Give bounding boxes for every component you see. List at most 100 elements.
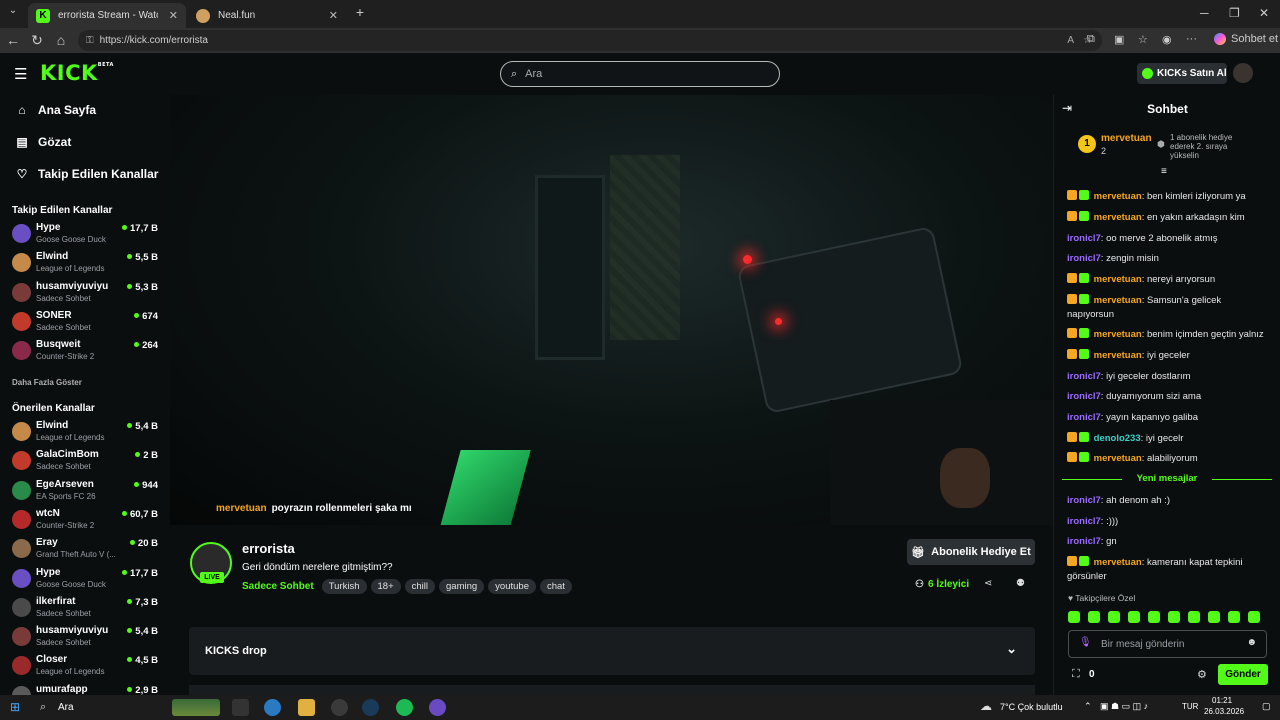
tag[interactable]: Turkish <box>321 579 367 594</box>
microphone-icon[interactable]: 🎙︎ <box>1079 637 1092 648</box>
nav-home[interactable]: ⌂ Ana Sayfa <box>15 103 96 117</box>
chat-message-input[interactable]: 🎙︎ Bir mesaj gönderin ☻ <box>1068 630 1267 658</box>
emote-icon[interactable] <box>1228 611 1240 623</box>
chat-username[interactable]: ironicl7 <box>1067 516 1101 527</box>
maximize-icon[interactable]: ❐ <box>1229 6 1240 20</box>
close-tab-icon[interactable]: ✕ <box>329 9 338 22</box>
video-player[interactable]: mervetuan poyrazın rollenmeleri şaka mı <box>170 95 1053 525</box>
chat-username[interactable]: ironicl7 <box>1067 495 1101 506</box>
sidebar-channel[interactable]: SONER Sadece Sohbet 674 <box>12 309 162 337</box>
sidebar-channel[interactable]: Elwind League of Legends 5,5 B <box>12 250 162 278</box>
copilot-button[interactable]: Sohbet et <box>1214 33 1278 45</box>
chat-message[interactable]: mervetuan: en yakın arkadaşın kim <box>1067 211 1269 225</box>
share-icon[interactable]: ⋖ <box>984 578 992 589</box>
back-icon[interactable]: ← <box>4 32 22 48</box>
emote-icon[interactable] <box>1148 611 1160 623</box>
emote-icon[interactable] <box>1068 611 1080 623</box>
chat-message[interactable]: ironicl7: ah denom ah :) <box>1067 494 1269 508</box>
emote-icon[interactable] <box>1128 611 1140 623</box>
chat-message[interactable]: denolo233: iyi gecelr <box>1067 432 1269 446</box>
search-input[interactable]: ⌕ Ara <box>500 61 780 87</box>
sidebar-channel[interactable]: Elwind League of Legends 5,4 B <box>12 419 162 447</box>
minimize-icon[interactable]: ─ <box>1200 6 1209 20</box>
chat-message[interactable]: ironicl7: :))) <box>1067 515 1269 529</box>
language-indicator[interactable]: TUR <box>1182 702 1198 711</box>
sidebar-channel[interactable]: Closer League of Legends 4,5 B <box>12 653 162 681</box>
chat-username[interactable]: mervetuan <box>1094 274 1142 285</box>
chat-username[interactable]: denolo233 <box>1094 433 1141 444</box>
follow-user-icon[interactable]: ⚉ <box>1016 578 1025 589</box>
chat-username[interactable]: mervetuan <box>1094 212 1142 223</box>
chat-message[interactable]: ironicl7: gn <box>1067 535 1269 549</box>
clock-date[interactable]: 26.03.2026 <box>1204 707 1244 716</box>
app-icon[interactable] <box>429 699 446 716</box>
close-tab-icon[interactable]: ✕ <box>169 9 178 22</box>
weather-text[interactable]: 7°C Çok bulutlu <box>1000 702 1063 712</box>
chat-username[interactable]: mervetuan <box>1094 453 1142 464</box>
tag[interactable]: youtube <box>488 579 536 594</box>
chat-settings-icon[interactable]: ⚙ <box>1197 668 1207 681</box>
buy-kicks-button[interactable]: KICKs Satın Al <box>1137 63 1227 84</box>
nav-following[interactable]: ♡ Takip Edilen Kanallar <box>15 167 159 181</box>
app-icon[interactable] <box>331 699 348 716</box>
tag[interactable]: chat <box>539 579 572 594</box>
channel-name[interactable]: errorista <box>242 541 295 556</box>
emote-icon[interactable] <box>1208 611 1220 623</box>
more-menu-icon[interactable]: ··· <box>1186 33 1197 45</box>
chat-message[interactable]: mervetuan: kameranı kapat tepkini görsün… <box>1067 556 1269 584</box>
nav-browse[interactable]: ▤ Gözat <box>15 135 71 149</box>
task-view-icon[interactable] <box>232 699 249 716</box>
clock-time[interactable]: 01:21 <box>1212 696 1232 705</box>
sidebar-channel[interactable]: Hype Goose Goose Duck 17,7 B <box>12 221 162 249</box>
menu-icon[interactable]: ☰ <box>14 65 27 83</box>
chat-message[interactable]: mervetuan: nereyi arıyorsun <box>1067 273 1269 287</box>
taskbar-widget-icon[interactable] <box>172 699 220 716</box>
tab-nealfun[interactable]: Neal.fun ✕ <box>188 3 346 28</box>
category-link[interactable]: Sadece Sohbet <box>242 581 314 592</box>
chat-username[interactable]: mervetuan <box>1094 557 1142 568</box>
kicks-wallet-icon[interactable]: ⛶ <box>1072 668 1080 681</box>
url-field[interactable]: ⚿ https://kick.com/errorista A ☆ <box>78 30 1102 51</box>
chat-message[interactable]: ironicl7: iyi geceler dostlarım <box>1067 370 1269 384</box>
sidebar-channel[interactable]: Busqweit Counter-Strike 2 264 <box>12 338 162 366</box>
read-aloud-icon[interactable]: A <box>1067 35 1074 46</box>
emote-icon[interactable] <box>1168 611 1180 623</box>
tab-list-icon[interactable]: ⌄ <box>4 5 22 16</box>
sidebar-channel[interactable]: husamviyuviyu Sadece Sohbet 5,4 B <box>12 624 162 652</box>
refresh-icon[interactable]: ↻ <box>28 32 46 49</box>
spotify-icon[interactable] <box>396 699 413 716</box>
chat-username[interactable]: ironicl7 <box>1067 391 1101 402</box>
chat-username[interactable]: mervetuan <box>1094 191 1142 202</box>
sidebar-channel[interactable]: umurafapp 2,9 B <box>12 683 162 695</box>
chat-username[interactable]: ironicl7 <box>1067 412 1101 423</box>
chat-message[interactable]: mervetuan: Samsun'a gelicek napıyorsun <box>1067 294 1269 322</box>
kick-logo[interactable]: KICKBETA <box>40 61 114 85</box>
send-button[interactable]: Gönder <box>1218 664 1268 685</box>
tag[interactable]: chill <box>404 579 435 594</box>
chat-message[interactable]: mervetuan: iyi geceler <box>1067 349 1269 363</box>
emote-icon[interactable] <box>1108 611 1120 623</box>
sidebar-channel[interactable]: EgeArseven EA Sports FC 26 944 <box>12 478 162 506</box>
chat-username[interactable]: mervetuan <box>1094 329 1142 340</box>
chat-username[interactable]: ironicl7 <box>1067 253 1101 264</box>
emote-icon[interactable] <box>1088 611 1100 623</box>
sidebar-channel[interactable]: ilkerfirat Sadece Sohbet 7,3 B <box>12 595 162 623</box>
tab-kick[interactable]: K errorista Stream - Watch Live ✕ <box>28 3 186 28</box>
chat-username[interactable]: mervetuan <box>1094 350 1142 361</box>
chat-message[interactable]: mervetuan: benim içimden geçtin yalnız <box>1067 328 1269 342</box>
edge-browser-icon[interactable] <box>264 699 281 716</box>
sidebar-channel[interactable]: Eray Grand Theft Auto V (... 20 B <box>12 536 162 564</box>
split-screen-icon[interactable]: ▣ <box>1114 33 1124 46</box>
new-tab-icon[interactable]: + <box>351 4 369 20</box>
chat-message[interactable]: mervetuan: alabiliyorum <box>1067 452 1269 466</box>
sidebar-channel[interactable]: GalaCimBom Sadece Sohbet 2 B <box>12 448 162 476</box>
tag[interactable]: gaming <box>439 579 485 594</box>
gift-subscription-button[interactable]: 🎁︎ Abonelik Hediye Et <box>907 539 1035 565</box>
taskbar-search[interactable]: Ara <box>58 702 74 713</box>
emote-icon[interactable] <box>1248 611 1260 623</box>
show-more-link[interactable]: Daha Fazla Göster <box>12 378 82 387</box>
chat-message[interactable]: ironicl7: oo merve 2 abonelik atmış <box>1067 232 1269 246</box>
emote-icon[interactable] <box>1188 611 1200 623</box>
chat-username[interactable]: ironicl7 <box>1067 536 1101 547</box>
sidebar-channel[interactable]: Hype Goose Goose Duck 17,7 B <box>12 566 162 594</box>
